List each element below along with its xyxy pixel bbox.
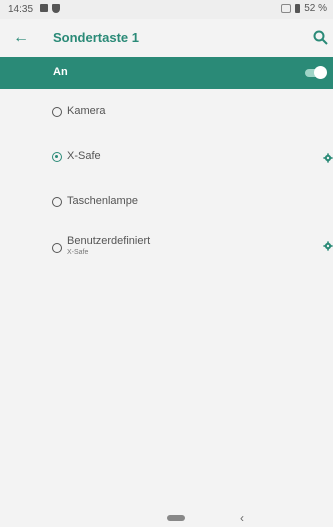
back-arrow-icon[interactable]: ← (10, 27, 32, 49)
notification-icon (40, 4, 48, 12)
master-switch-label: An (53, 66, 68, 78)
radio-benutzerdefiniert[interactable] (52, 243, 62, 253)
radio-x-safe[interactable] (52, 152, 62, 162)
option-label: Kamera (67, 105, 106, 117)
search-icon[interactable] (311, 28, 331, 48)
status-bar: 14:35 52 % (0, 0, 333, 19)
radio-taschenlampe[interactable] (52, 197, 62, 207)
nav-back-icon[interactable]: ‹ (240, 511, 244, 525)
option-sublabel: X-Safe (67, 249, 89, 256)
option-taschenlampe[interactable]: Taschenlampe (0, 187, 333, 217)
navigation-bar: ‹ (0, 510, 333, 527)
status-time: 14:35 (8, 4, 34, 15)
wifi-icon (281, 4, 292, 13)
app-bar: ← Sondertaste 1 (0, 19, 333, 57)
home-pill-icon[interactable] (167, 515, 185, 521)
option-x-safe[interactable]: X-Safe (0, 142, 333, 172)
battery-icon (295, 4, 301, 13)
page-title: Sondertaste 1 (53, 30, 139, 45)
status-right-icons: 52 % (281, 3, 327, 14)
option-label: X-Safe (67, 150, 101, 162)
master-switch-bar[interactable]: An (0, 57, 333, 89)
option-benutzerdefiniert[interactable]: Benutzerdefiniert X-Safe (0, 232, 333, 262)
toggle-thumb (314, 66, 327, 79)
status-notification-icons (40, 4, 60, 13)
option-kamera[interactable]: Kamera (0, 97, 333, 127)
battery-percent: 52 % (304, 3, 327, 14)
option-label: Taschenlampe (67, 195, 138, 207)
gear-icon[interactable] (323, 241, 333, 251)
gear-icon[interactable] (323, 153, 333, 163)
master-toggle[interactable] (305, 66, 327, 80)
option-label: Benutzerdefiniert (67, 235, 151, 247)
radio-kamera[interactable] (52, 107, 62, 117)
shield-icon (52, 4, 60, 13)
